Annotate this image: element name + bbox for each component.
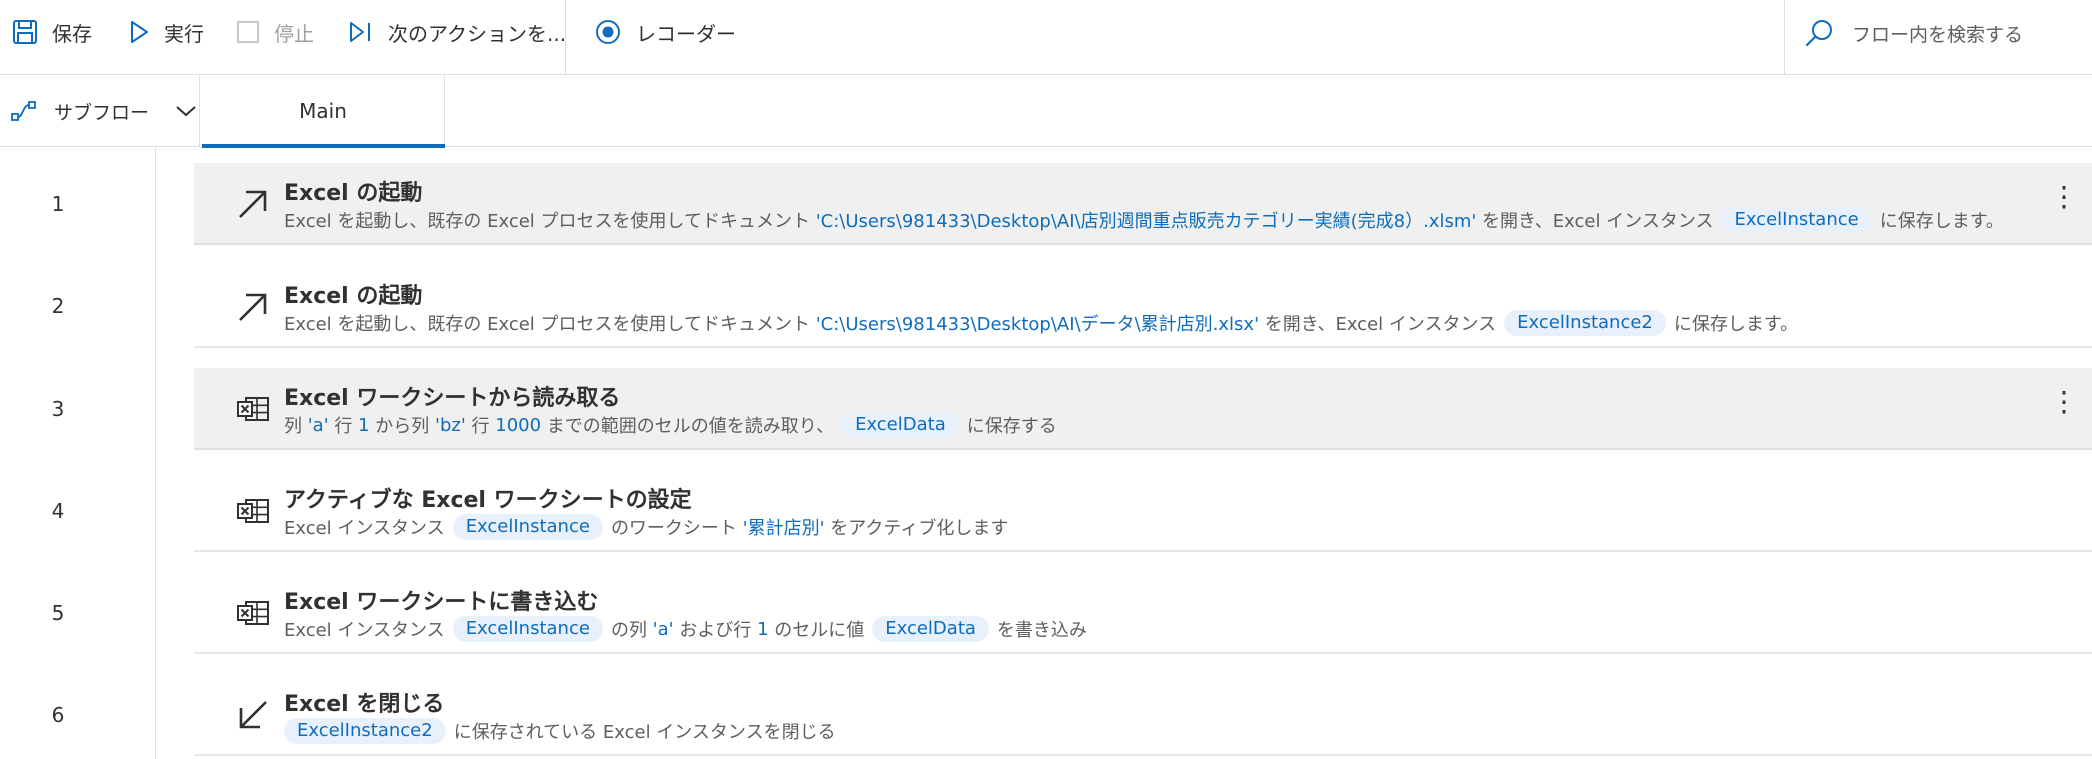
desc-text: までの範囲のセルの値を読み取り、 bbox=[541, 416, 835, 437]
file-path-literal: 'C:\Users\981433\Desktop\AI\データ\累計店別.xls… bbox=[815, 314, 1260, 335]
desc-text: のセルに値 bbox=[768, 620, 865, 641]
variable-pill[interactable]: ExcelData bbox=[842, 412, 959, 438]
file-path-literal: 'C:\Users\981433\Desktop\AI\店別週間重点販売カテゴリ… bbox=[815, 211, 1477, 232]
action-description: Excel を起動し、既存の Excel プロセスを使用してドキュメント 'C:… bbox=[284, 310, 1798, 336]
more-options-icon[interactable]: ⋮ bbox=[2050, 388, 2078, 416]
desc-text: Excel を起動し、既存の Excel プロセスを使用してドキュメント bbox=[284, 314, 816, 335]
action-title: Excel ワークシートに書き込む bbox=[284, 590, 599, 615]
next-action-label: 次のアクションを... bbox=[388, 21, 567, 46]
action-row[interactable]: Excel の起動 Excel を起動し、既存の Excel プロセスを使用して… bbox=[194, 163, 2092, 245]
save-label: 保存 bbox=[52, 21, 92, 46]
action-title: アクティブな Excel ワークシートの設定 bbox=[284, 488, 692, 513]
desc-text: 行 bbox=[465, 416, 496, 437]
subflow-icon bbox=[11, 101, 36, 121]
desc-text: Excel インスタンス bbox=[284, 620, 445, 641]
line-number: 4 bbox=[51, 499, 65, 523]
action-title: Excel を閉じる bbox=[284, 692, 445, 717]
desc-text: に保存します。 bbox=[1879, 211, 2004, 232]
desc-text: を書き込み bbox=[996, 620, 1087, 641]
chevron-down-icon bbox=[176, 106, 196, 117]
action-row[interactable]: Excel を閉じる ExcelInstance2 に保存されている Excel… bbox=[194, 674, 2092, 756]
sheet-name-literal: '累計店別' bbox=[742, 518, 825, 539]
variable-pill[interactable]: ExcelInstance2 bbox=[1504, 310, 1666, 336]
tab-main[interactable]: Main bbox=[202, 75, 445, 148]
desc-text: および行 bbox=[673, 620, 758, 641]
variable-pill[interactable]: ExcelInstance2 bbox=[284, 718, 446, 744]
action-title: Excel の起動 bbox=[284, 284, 423, 309]
tab-selected-indicator bbox=[202, 144, 445, 148]
desc-text: を開き、Excel インスタンス bbox=[1476, 211, 1714, 232]
action-description: 列 'a' 行 1 から列 'bz' 行 1000 までの範囲のセルの値を読み取… bbox=[284, 412, 1057, 438]
desc-text: から列 bbox=[369, 416, 436, 437]
desc-text: をアクティブ化します bbox=[824, 518, 1009, 539]
variable-pill[interactable]: ExcelInstance bbox=[452, 616, 603, 642]
action-row[interactable]: アクティブな Excel ワークシートの設定 Excel インスタンス Exce… bbox=[194, 470, 2092, 552]
save-icon bbox=[13, 20, 37, 44]
action-title: Excel ワークシートから読み取る bbox=[284, 386, 621, 411]
toolbar-divider bbox=[565, 0, 566, 75]
row-literal: 1 bbox=[358, 414, 370, 436]
variable-pill[interactable]: ExcelData bbox=[872, 616, 989, 642]
search-box[interactable]: フロー内を検索する bbox=[1804, 14, 2074, 52]
line-number: 6 bbox=[51, 703, 65, 727]
column-literal: 'a' bbox=[652, 618, 674, 640]
desc-text: の列 bbox=[610, 620, 653, 641]
action-description: Excel インスタンス ExcelInstance のワークシート '累計店別… bbox=[284, 514, 1008, 540]
desc-text: 列 bbox=[284, 416, 308, 437]
action-title: Excel の起動 bbox=[284, 181, 423, 206]
run-button[interactable]: 実行 bbox=[128, 0, 204, 64]
row-literal: 1 bbox=[757, 618, 769, 640]
desc-text: 行 bbox=[328, 416, 359, 437]
line-number: 3 bbox=[51, 397, 65, 421]
more-options-icon[interactable]: ⋮ bbox=[2050, 183, 2078, 211]
subflow-label: サブフロー bbox=[54, 101, 150, 124]
variable-pill[interactable]: ExcelInstance bbox=[452, 514, 603, 540]
excel-sheet-icon bbox=[237, 397, 269, 421]
save-button[interactable]: 保存 bbox=[12, 0, 92, 64]
action-description: Excel を起動し、既存の Excel プロセスを使用してドキュメント 'C:… bbox=[284, 207, 2004, 233]
desc-text: のワークシート bbox=[610, 518, 743, 539]
arrow-up-right-icon bbox=[239, 190, 267, 218]
recorder-button[interactable]: レコーダー bbox=[594, 0, 736, 64]
column-literal: 'bz' bbox=[435, 414, 466, 436]
action-row[interactable]: Excel ワークシートに書き込む Excel インスタンス ExcelInst… bbox=[194, 572, 2092, 654]
desc-text: に保存されている Excel インスタンスを閉じる bbox=[453, 722, 836, 743]
next-action-button[interactable]: 次のアクションを... bbox=[348, 0, 566, 64]
desc-text: に保存する bbox=[966, 416, 1057, 437]
line-number-gutter: 1 2 3 4 5 6 bbox=[0, 148, 156, 759]
excel-sheet-icon bbox=[237, 601, 269, 625]
arrow-up-right-icon bbox=[239, 293, 267, 321]
desc-text: Excel インスタンス bbox=[284, 518, 445, 539]
stop-button[interactable]: 停止 bbox=[236, 0, 314, 64]
search-placeholder: フロー内を検索する bbox=[1852, 23, 2024, 46]
subflow-dropdown[interactable]: サブフロー bbox=[0, 75, 200, 147]
desc-text: に保存します。 bbox=[1673, 314, 1799, 335]
tab-bar: サブフロー Main bbox=[0, 75, 2092, 148]
variable-pill[interactable]: ExcelInstance bbox=[1721, 207, 1872, 233]
record-icon bbox=[596, 20, 620, 44]
desc-text: を開き、Excel インスタンス bbox=[1259, 314, 1497, 335]
action-description: Excel インスタンス ExcelInstance の列 'a' および行 1… bbox=[284, 616, 1087, 642]
recorder-label: レコーダー bbox=[636, 21, 736, 46]
desc-text: Excel を起動し、既存の Excel プロセスを使用してドキュメント bbox=[284, 211, 816, 232]
row-literal: 1000 bbox=[495, 414, 542, 436]
toolbar-divider bbox=[1784, 0, 1785, 75]
stop-icon bbox=[237, 21, 259, 43]
arrow-down-left-icon bbox=[239, 701, 267, 729]
line-number: 5 bbox=[51, 601, 65, 625]
step-next-icon bbox=[350, 22, 370, 42]
toolbar: 保存 実行 停止 次のアクションを... レコーダー フロー内を検索する bbox=[0, 0, 2092, 75]
column-literal: 'a' bbox=[307, 414, 329, 436]
search-icon bbox=[1805, 20, 1832, 47]
line-number: 1 bbox=[51, 192, 65, 216]
line-number: 2 bbox=[51, 294, 65, 318]
action-description: ExcelInstance2 に保存されている Excel インスタンスを閉じる bbox=[276, 718, 836, 744]
tab-main-label: Main bbox=[299, 99, 347, 123]
play-icon bbox=[131, 21, 148, 43]
action-row[interactable]: Excel の起動 Excel を起動し、既存の Excel プロセスを使用して… bbox=[194, 266, 2092, 348]
run-label: 実行 bbox=[164, 21, 204, 46]
action-row[interactable]: Excel ワークシートから読み取る 列 'a' 行 1 から列 'bz' 行 … bbox=[194, 368, 2092, 450]
stop-label: 停止 bbox=[274, 21, 314, 46]
excel-sheet-icon bbox=[237, 499, 269, 523]
